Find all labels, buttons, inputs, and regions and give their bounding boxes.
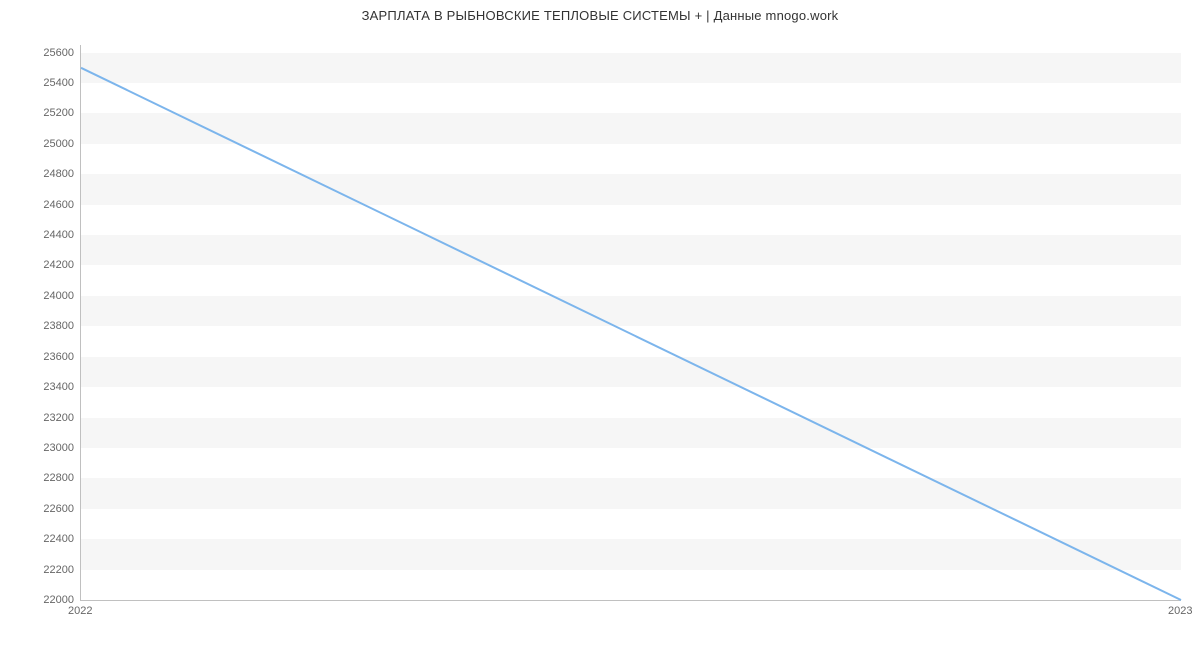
y-tick-label: 22600: [4, 503, 74, 515]
y-tick-label: 25600: [4, 47, 74, 59]
plot-area: [80, 45, 1181, 601]
x-tick-label: 2022: [68, 605, 92, 617]
y-tick-label: 22800: [4, 472, 74, 484]
y-tick-label: 23400: [4, 381, 74, 393]
y-tick-label: 24200: [4, 259, 74, 271]
y-tick-label: 24000: [4, 290, 74, 302]
line-series: [81, 45, 1181, 600]
y-tick-label: 22000: [4, 594, 74, 606]
y-tick-label: 25400: [4, 77, 74, 89]
y-tick-label: 24800: [4, 168, 74, 180]
y-tick-label: 25200: [4, 107, 74, 119]
y-tick-label: 23600: [4, 351, 74, 363]
chart-container: ЗАРПЛАТА В РЫБНОВСКИЕ ТЕПЛОВЫЕ СИСТЕМЫ +…: [0, 0, 1200, 650]
y-tick-label: 23000: [4, 442, 74, 454]
y-tick-label: 24400: [4, 229, 74, 241]
y-tick-label: 22200: [4, 564, 74, 576]
y-tick-label: 22400: [4, 533, 74, 545]
y-tick-label: 23800: [4, 320, 74, 332]
y-tick-label: 24600: [4, 199, 74, 211]
x-tick-label: 2023: [1168, 605, 1192, 617]
y-tick-label: 25000: [4, 138, 74, 150]
chart-title: ЗАРПЛАТА В РЫБНОВСКИЕ ТЕПЛОВЫЕ СИСТЕМЫ +…: [0, 0, 1200, 23]
y-tick-label: 23200: [4, 412, 74, 424]
